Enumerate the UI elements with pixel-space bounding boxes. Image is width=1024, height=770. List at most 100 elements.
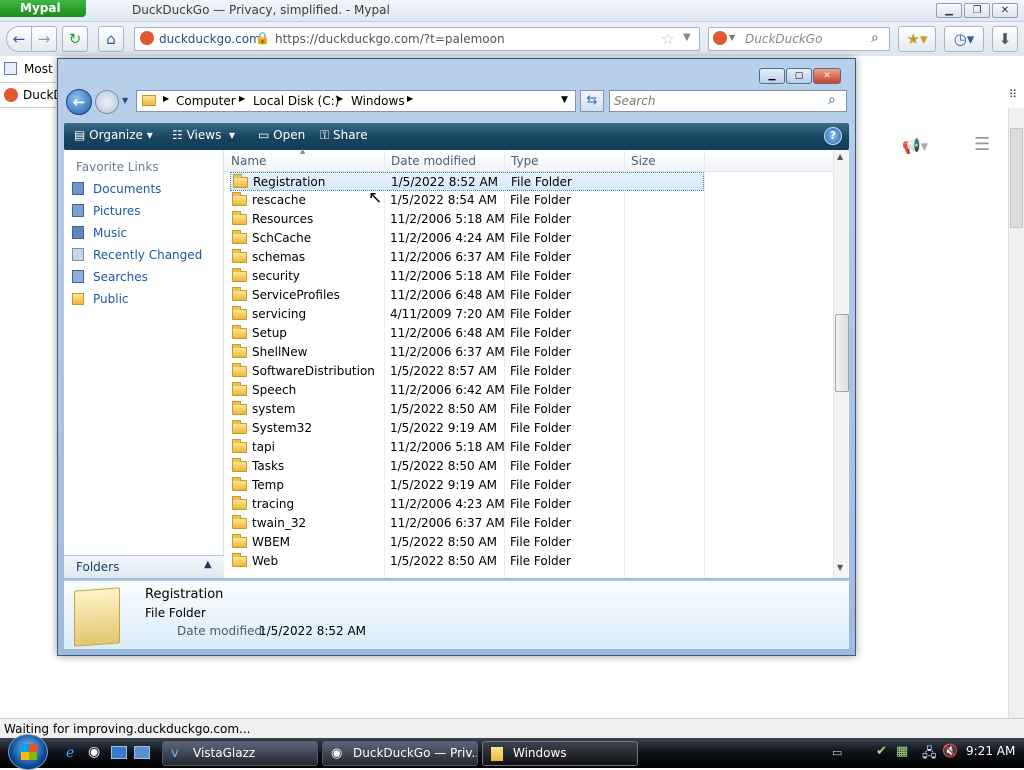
breadcrumb-computer[interactable]: Computer: [176, 94, 236, 108]
reload-button[interactable]: ↻: [62, 26, 88, 52]
file-row[interactable]: SchCache 11/2/2006 4:24 AM File Folder: [230, 229, 704, 248]
bookmark-star-icon[interactable]: ☆: [661, 30, 674, 48]
views-button[interactable]: ☷ Views ▾: [172, 128, 235, 142]
file-row[interactable]: Tasks 1/5/2022 8:50 AM File Folder: [230, 457, 704, 476]
app-menu-button[interactable]: Mypal: [0, 0, 86, 17]
file-row[interactable]: Resources 11/2/2006 5:18 AM File Folder: [230, 210, 704, 229]
open-button[interactable]: ▭ Open: [258, 128, 305, 142]
column-size[interactable]: Size: [631, 154, 656, 168]
file-row[interactable]: System32 1/5/2022 9:19 AM File Folder: [230, 419, 704, 438]
address-dropdown-icon[interactable]: ▼: [561, 95, 568, 105]
keyboard-icon[interactable]: ▭: [832, 746, 842, 759]
file-row[interactable]: tracing 11/2/2006 4:23 AM File Folder: [230, 495, 704, 514]
megaphone-icon[interactable]: 📢▾: [902, 137, 928, 155]
file-row[interactable]: Setup 11/2/2006 6:48 AM File Folder: [230, 324, 704, 343]
file-row[interactable]: SoftwareDistribution 1/5/2022 8:57 AM File…: [230, 362, 704, 381]
ie-icon[interactable]: ℯ: [66, 745, 74, 761]
back-button[interactable]: ←: [6, 26, 32, 52]
file-row[interactable]: ServiceProfiles 11/2/2006 6:48 AM File Fol…: [230, 286, 704, 305]
file-row[interactable]: twain_32 11/2/2006 6:37 AM File Folder: [230, 514, 704, 533]
file-list-scrollbar-thumb[interactable]: [835, 314, 849, 392]
explorer-forward-button[interactable]: [95, 90, 119, 114]
file-name: SchCache: [252, 231, 312, 245]
breadcrumb-separator-icon[interactable]: ▶: [337, 94, 343, 103]
file-row[interactable]: security 11/2/2006 5:18 AM File Folder: [230, 267, 704, 286]
url-bar[interactable]: duckduckgo.com 🔒 https://duckduckgo.com/…: [134, 27, 700, 51]
column-name[interactable]: Name: [231, 154, 266, 168]
minimize-button[interactable]: ▁: [936, 3, 962, 18]
share-button[interactable]: ⚿ Share: [320, 128, 368, 143]
browser-search-box[interactable]: ▼ DuckDuckGo ⌕: [708, 27, 890, 51]
file-row[interactable]: servicing 4/11/2009 7:20 AM File Folder: [230, 305, 704, 324]
help-icon[interactable]: ?: [824, 127, 842, 145]
breadcrumb-separator-icon[interactable]: ▶: [239, 94, 245, 103]
explorer-maximize-button[interactable]: ▢: [786, 68, 812, 84]
show-desktop-icon[interactable]: [111, 746, 127, 759]
switch-windows-icon[interactable]: [134, 746, 150, 759]
file-row[interactable]: WBEM 1/5/2022 8:50 AM File Folder: [230, 533, 704, 552]
search-icon[interactable]: ⌕: [871, 30, 879, 46]
breadcrumb-separator-icon[interactable]: ▶: [163, 94, 169, 103]
file-row[interactable]: tapi 11/2/2006 5:18 AM File Folder: [230, 438, 704, 457]
explorer-close-button[interactable]: ✕: [813, 68, 841, 84]
file-row[interactable]: Web 1/5/2022 8:50 AM File Folder: [230, 552, 704, 571]
favorite-link-public[interactable]: Public: [72, 292, 129, 312]
taskbar-button-windows[interactable]: Windows: [482, 741, 638, 766]
search-engine-icon[interactable]: [713, 31, 727, 45]
clock[interactable]: 9:21 AM: [966, 744, 1015, 758]
breadcrumb-local-disk[interactable]: Local Disk (C:): [253, 94, 339, 108]
network-icon[interactable]: 🖧: [922, 744, 937, 766]
url-dropdown-icon[interactable]: ▼: [683, 32, 691, 43]
volume-muted-icon[interactable]: 🔇: [942, 744, 958, 759]
file-row[interactable]: Speech 11/2/2006 6:42 AM File Folder: [230, 381, 704, 400]
taskbar-button-vistaglazz[interactable]: ⅴ VistaGlazz: [162, 741, 318, 766]
folders-toggle[interactable]: Folders ▲: [64, 555, 224, 578]
downloads-button[interactable]: ⬇: [992, 26, 1018, 52]
file-row[interactable]: rescache 1/5/2022 8:54 AM File Folder: [230, 191, 704, 210]
file-date: 1/5/2022 8:50 AM: [390, 402, 498, 416]
folder-icon: [491, 747, 503, 761]
raccoon-icon[interactable]: ◉: [88, 744, 100, 760]
start-button[interactable]: [8, 734, 48, 770]
taskbar-button-browser[interactable]: ◉ DuckDuckGo — Priv...: [322, 741, 478, 766]
file-list-scrollbar[interactable]: ▲ ▼: [833, 150, 849, 578]
tray-security-icon[interactable]: ✔: [876, 744, 887, 759]
favorite-link-documents[interactable]: Documents: [72, 182, 161, 202]
tab-grid-icon[interactable]: ⠿: [1009, 88, 1017, 101]
close-button[interactable]: ✕: [992, 3, 1018, 18]
file-row[interactable]: schemas 11/2/2006 6:37 AM File Folder: [230, 248, 704, 267]
history-button[interactable]: ◷▾: [944, 26, 984, 52]
favorite-link-recently-changed[interactable]: Recently Changed: [72, 248, 202, 268]
file-row[interactable]: system 1/5/2022 8:50 AM File Folder: [230, 400, 704, 419]
browser-tab[interactable]: DuckD: [0, 82, 63, 108]
explorer-minimize-button[interactable]: ▁: [759, 68, 785, 84]
breadcrumb-separator-icon[interactable]: ▶: [407, 94, 413, 103]
tray-app-icon[interactable]: ▦: [896, 744, 908, 759]
file-row[interactable]: Registration 1/5/2022 8:52 AM File Folder: [230, 172, 704, 191]
explorer-back-button[interactable]: ←: [66, 89, 92, 115]
organize-button[interactable]: ▤ Organize ▾: [74, 128, 153, 142]
page-scrollbar-thumb[interactable]: [1010, 128, 1023, 228]
explorer-refresh-button[interactable]: ⇆: [580, 90, 604, 112]
favorite-link-searches[interactable]: Searches: [72, 270, 148, 290]
recent-pages-dropdown-icon[interactable]: ▼: [122, 96, 128, 105]
forward-button[interactable]: →: [31, 26, 57, 52]
file-row[interactable]: ShellNew 11/2/2006 6:37 AM File Folder: [230, 343, 704, 362]
bookmark-item[interactable]: Most: [0, 58, 56, 82]
column-date-modified[interactable]: Date modified: [391, 154, 476, 168]
hamburger-menu-icon[interactable]: ☰: [974, 134, 990, 155]
address-bar[interactable]: ▶ Computer ▶ Local Disk (C:) ▶ Windows ▶…: [136, 90, 576, 112]
page-scrollbar[interactable]: [1008, 108, 1024, 720]
favorite-link-pictures[interactable]: Pictures: [72, 204, 141, 224]
breadcrumb-windows[interactable]: Windows: [351, 94, 405, 108]
scroll-down-icon[interactable]: ▼: [837, 563, 843, 572]
bookmarks-button[interactable]: ★▾: [898, 26, 936, 52]
maximize-button[interactable]: ❐: [964, 3, 990, 18]
explorer-search-box[interactable]: Search ⌕: [609, 90, 847, 112]
scroll-up-icon[interactable]: ▲: [837, 152, 843, 161]
search-icon[interactable]: ⌕: [828, 92, 836, 108]
favorite-link-music[interactable]: Music: [72, 226, 127, 246]
column-type[interactable]: Type: [511, 154, 539, 168]
home-button[interactable]: ⌂: [98, 26, 124, 52]
file-row[interactable]: Temp 1/5/2022 9:19 AM File Folder: [230, 476, 704, 495]
